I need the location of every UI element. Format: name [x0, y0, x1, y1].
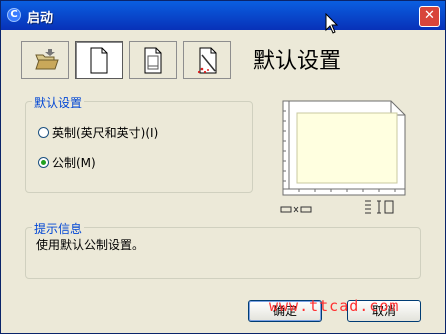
- radio-imperial-label[interactable]: 英制(英尺和英寸)(I): [52, 124, 158, 141]
- radio-metric-label[interactable]: 公制(M): [52, 154, 96, 171]
- watermark-text: www.ttcad.com: [269, 297, 400, 315]
- folder-open-icon: [35, 49, 59, 70]
- app-icon: C: [7, 8, 21, 22]
- use-template-button[interactable]: [129, 41, 177, 79]
- default-settings-group-label: 默认设置: [32, 94, 85, 111]
- page-heading: 默认设置: [253, 49, 342, 74]
- radio-imperial[interactable]: 英制(英尺和英寸)(I): [38, 124, 158, 140]
- radio-imperial-button[interactable]: [38, 126, 49, 138]
- window-title: 启动: [27, 11, 54, 26]
- radio-metric-button[interactable]: [38, 156, 49, 168]
- template-page-icon: [144, 47, 162, 74]
- hint-text: 使用默认公制设置。: [36, 238, 145, 252]
- hint-group: 提示信息 使用默认公制设置。: [25, 220, 421, 279]
- wizard-page-icon: [197, 47, 217, 74]
- use-wizard-button[interactable]: [183, 41, 231, 79]
- close-button[interactable]: ✕: [419, 6, 440, 27]
- drawing-preview-image: [280, 100, 406, 214]
- title-bar[interactable]: C 启动 ✕: [1, 1, 445, 30]
- startup-dialog: C 启动 ✕ 默认设置 默认设置 英制(英尺和英寸)(I) 公制(M) 提示信息…: [0, 0, 446, 334]
- blank-page-icon: [90, 47, 108, 74]
- radio-metric[interactable]: 公制(M): [38, 154, 96, 170]
- mouse-cursor-icon: [325, 13, 339, 34]
- open-drawing-button[interactable]: [21, 41, 69, 79]
- hint-group-label: 提示信息: [32, 220, 85, 237]
- default-settings-group: 默认设置 英制(英尺和英寸)(I) 公制(M): [25, 94, 253, 193]
- start-from-scratch-button[interactable]: [75, 41, 123, 79]
